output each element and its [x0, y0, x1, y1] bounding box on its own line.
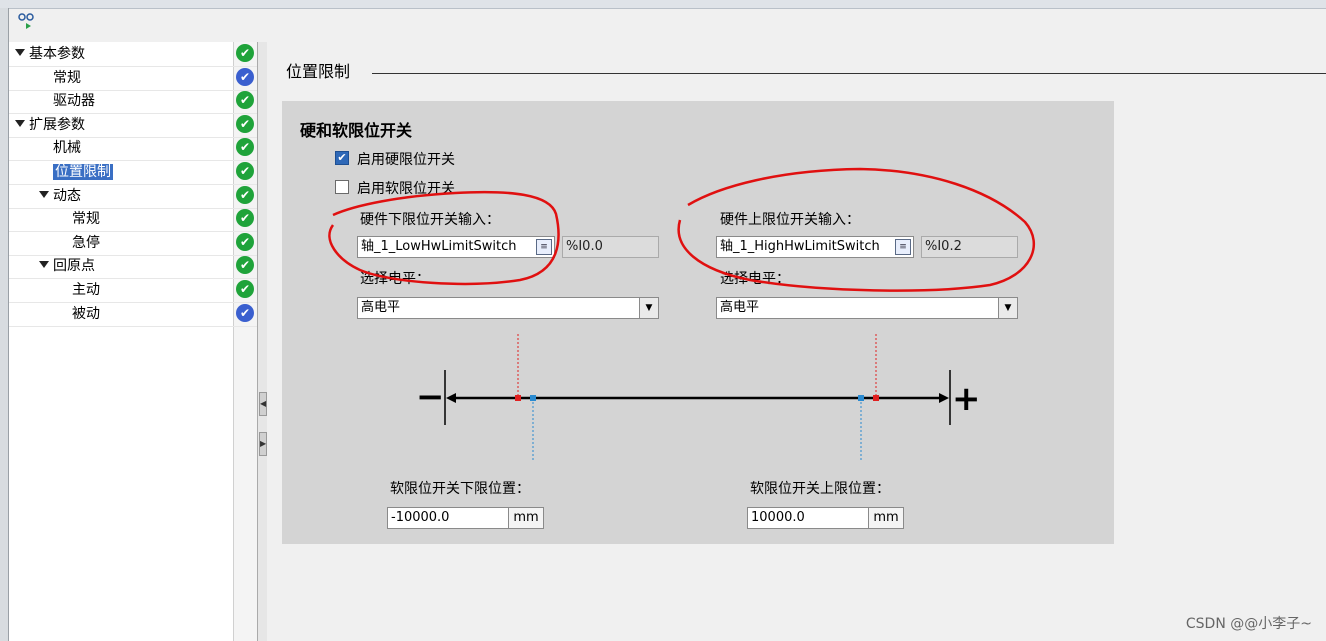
hw-low-dropdown-icon[interactable]: ▼ [639, 298, 658, 318]
status-check-icon: ✔ [236, 138, 254, 157]
expand-arrow-icon[interactable] [15, 49, 25, 56]
hw-low-level-select[interactable]: 高电平 [357, 297, 659, 319]
tree-item-label: 常规 [72, 211, 100, 228]
tree-item-label: 扩展参数 [29, 116, 85, 133]
status-check-icon: ✔ [236, 303, 254, 322]
tree-item-label: 机械 [53, 140, 81, 157]
expand-arrow-icon[interactable] [39, 190, 49, 198]
status-check-icon: ✔ [236, 91, 254, 110]
tree-item-label: 回原点 [53, 258, 95, 275]
status-check-icon: ✔ [236, 280, 254, 298]
hw-high-marker [873, 395, 879, 401]
sw-high-unit: mm [868, 507, 904, 529]
sw-high-limit-input[interactable]: 10000.0 [747, 507, 869, 529]
hw-low-level-label: 选择电平： [360, 271, 430, 287]
hw-high-address-field: %I0.2 [921, 236, 1018, 258]
tree-item-label: 急停 [72, 234, 100, 251]
sw-high-limit-label: 软限位开关上限位置： [750, 481, 890, 497]
hw-high-browse-icon[interactable]: ≡ [895, 239, 911, 255]
tree-item[interactable]: 基本参数 ✔ [9, 42, 257, 67]
status-check-icon: ✔ [236, 67, 254, 86]
tree-item-label: 位置限制 [52, 163, 114, 181]
tree-item-label: 主动 [72, 282, 100, 298]
top-toolbar-strip [0, 0, 1326, 9]
tree-item[interactable]: 位置限制 ✔ [9, 160, 257, 185]
axis-arrow-left [446, 393, 456, 403]
hw-low-browse-icon[interactable]: ≡ [536, 239, 552, 255]
tree-item[interactable]: 扩展参数 ✔ [9, 113, 257, 138]
tree-item-label: 被动 [72, 305, 100, 322]
tree-item[interactable]: 主动 ✔ [9, 278, 257, 303]
tree-item-label: 驱动器 [53, 93, 95, 110]
navigation-tree: 基本参数 ✔ 常规 ✔ 驱动器 ✔ 扩展参数 ✔ 机械 ✔ 位置限制 ✔ 动态 ✔ 常规 ✔ 急停 ✔ 回原点 ✔ 主动… [9, 42, 258, 641]
status-check-icon: ✔ [236, 44, 254, 62]
enable-sw-limit-label: 启用软限位开关 [357, 181, 455, 197]
status-check-icon: ✔ [236, 232, 254, 251]
hw-high-dropdown-icon[interactable]: ▼ [998, 298, 1017, 318]
hw-high-limit-label: 硬件上限位开关输入： [720, 212, 860, 228]
hw-high-level-value: 高电平 [720, 300, 760, 315]
minus-sign: − [416, 377, 445, 417]
tree-item[interactable]: 被动 ✔ [9, 302, 257, 327]
tree-item[interactable]: 机械 ✔ [9, 136, 257, 162]
hw-low-limit-label: 硬件下限位开关输入： [360, 212, 500, 228]
expand-right-icon[interactable]: ▶ [259, 432, 267, 456]
tree-item[interactable]: 驱动器 ✔ [9, 89, 257, 115]
enable-hw-limit-label: 启用硬限位开关 [357, 152, 455, 168]
tree-item-label: 基本参数 [29, 46, 85, 62]
enable-hw-limit-checkbox[interactable]: ✔ [335, 151, 349, 165]
hw-low-marker [515, 395, 521, 401]
panel-title: 硬和软限位开关 [300, 121, 413, 140]
hw-low-address-field: %I0.0 [562, 236, 659, 258]
axis-limit-diagram: − + [416, 334, 981, 462]
status-check-icon: ✔ [236, 209, 254, 228]
tree-item[interactable]: 急停 ✔ [9, 231, 257, 256]
expand-arrow-icon[interactable] [15, 119, 25, 127]
sw-low-limit-label: 软限位开关下限位置： [390, 481, 530, 497]
hw-low-limit-value: 轴_1_LowHwLimitSwitch [361, 239, 517, 254]
hw-high-limit-input[interactable]: 轴_1_HighHwLimitSwitch [716, 236, 914, 258]
hw-high-limit-value: 轴_1_HighHwLimitSwitch [720, 239, 880, 254]
tree-item-label: 常规 [53, 69, 81, 86]
axis-view-icon[interactable] [16, 12, 42, 34]
expand-arrow-icon[interactable] [39, 261, 49, 269]
status-check-icon: ✔ [236, 185, 254, 204]
section-divider [372, 73, 1326, 74]
tree-item[interactable]: 常规 ✔ [9, 66, 257, 91]
enable-sw-limit-checkbox[interactable] [335, 180, 349, 194]
tree-item[interactable]: 常规 ✔ [9, 207, 257, 233]
hw-low-limit-input[interactable]: 轴_1_LowHwLimitSwitch [357, 236, 555, 258]
section-title: 位置限制 [286, 62, 351, 81]
status-check-icon: ✔ [236, 162, 254, 180]
hw-low-level-value: 高电平 [361, 300, 401, 315]
status-check-icon: ✔ [236, 256, 254, 275]
sw-low-unit: mm [508, 507, 544, 529]
tree-item[interactable]: 回原点 ✔ [9, 254, 257, 280]
sw-low-limit-input[interactable]: -10000.0 [387, 507, 509, 529]
axis-arrow-right [939, 393, 949, 403]
left-edge-panel [0, 8, 9, 641]
tree-item[interactable]: 动态 ✔ [9, 184, 257, 209]
watermark: CSDN @@小李子~ [1185, 616, 1312, 632]
status-check-icon: ✔ [236, 114, 254, 133]
sw-high-marker [858, 395, 864, 401]
collapse-left-icon[interactable]: ◀ [259, 392, 267, 416]
hw-high-level-label: 选择电平： [720, 271, 790, 287]
plus-sign: + [952, 379, 981, 419]
tree-item-label: 动态 [53, 187, 81, 204]
sw-low-marker [530, 395, 536, 401]
hw-high-level-select[interactable]: 高电平 [716, 297, 1018, 319]
